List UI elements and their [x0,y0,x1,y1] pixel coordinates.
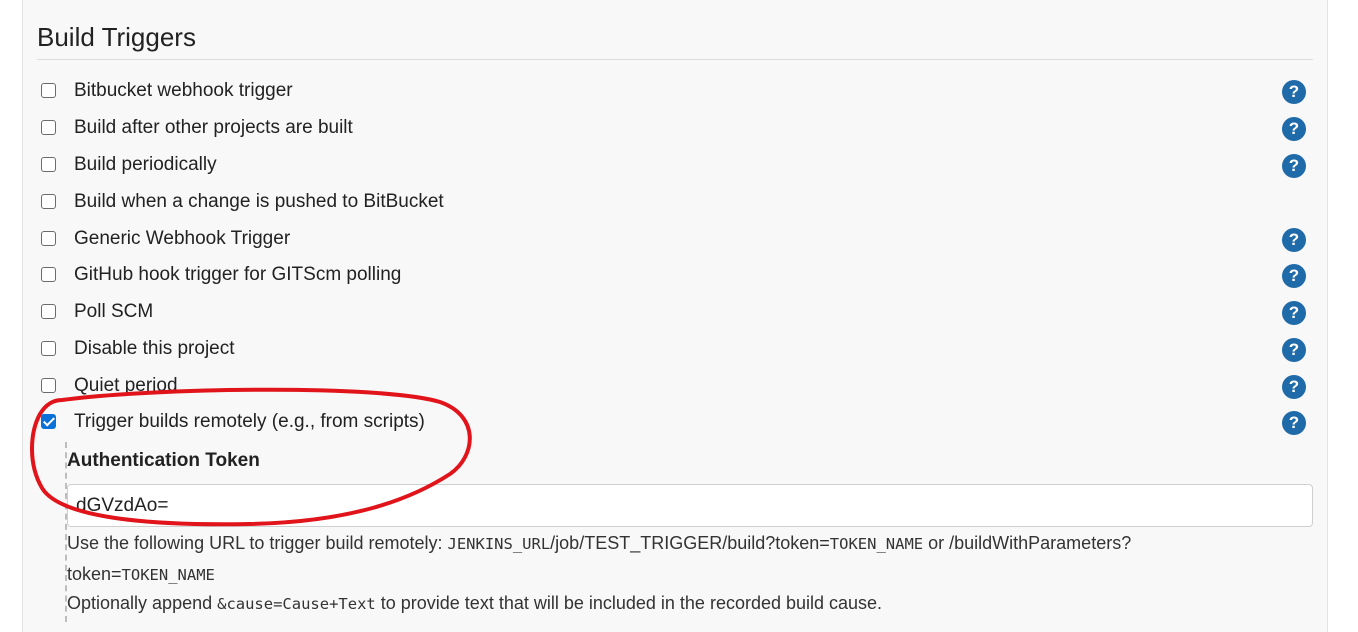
cause-text-before: Optionally append [67,593,218,613]
section-title: Build Triggers [37,22,196,52]
cause-text-after: to provide text that will be included in… [375,593,883,613]
trigger-label: Bitbucket webhook trigger [74,80,293,101]
description-or: or /buildWithParameters? [923,533,1132,553]
description-token-prefix: token= [67,564,122,584]
trigger-label: Poll SCM [74,301,154,322]
bitbucket-push-checkbox[interactable] [41,194,56,209]
github-hook-checkbox[interactable] [41,267,56,282]
section-divider [37,59,1313,60]
cause-description: Optionally append &cause=Cause+Text to p… [67,593,882,614]
cause-code: &cause=Cause+Text [217,595,376,613]
remote-url-description: Use the following URL to trigger build r… [67,533,1131,554]
trigger-label: GitHub hook trigger for GITScm polling [74,264,402,285]
trigger-remotely-checkbox[interactable] [41,414,56,429]
token-name-code: TOKEN_NAME [829,535,924,553]
description-text: Use the following URL to trigger build r… [67,533,448,553]
trigger-row-bitbucket-push[interactable]: Build when a change is pushed to BitBuck… [41,187,1321,217]
trigger-row-build-periodically[interactable]: Build periodically ? [41,150,1321,180]
trigger-label: Generic Webhook Trigger [74,228,291,249]
trigger-row-quiet-period[interactable]: Quiet period ? [41,371,1321,401]
token-name-code: TOKEN_NAME [121,566,215,584]
poll-scm-checkbox[interactable] [41,304,56,319]
help-icon[interactable]: ? [1282,117,1306,141]
help-icon[interactable]: ? [1282,264,1306,288]
help-icon[interactable]: ? [1282,80,1306,104]
trigger-row-trigger-remotely[interactable]: Trigger builds remotely (e.g., from scri… [41,407,1321,437]
trigger-label: Build after other projects are built [74,117,353,138]
auth-token-label: Authentication Token [67,450,260,471]
quiet-period-checkbox[interactable] [41,378,56,393]
trigger-row-build-after-other-projects[interactable]: Build after other projects are built ? [41,113,1321,143]
bitbucket-webhook-checkbox[interactable] [41,83,56,98]
trigger-row-generic-webhook[interactable]: Generic Webhook Trigger ? [41,224,1321,254]
trigger-label: Trigger builds remotely (e.g., from scri… [74,411,425,432]
trigger-label: Build periodically [74,154,217,175]
auth-token-input[interactable] [67,484,1313,527]
description-path: /job/TEST_TRIGGER/build?token= [550,533,830,553]
help-icon[interactable]: ? [1282,301,1306,325]
generic-webhook-checkbox[interactable] [41,231,56,246]
help-icon[interactable]: ? [1282,411,1306,435]
trigger-label: Disable this project [74,338,235,359]
trigger-row-github-hook[interactable]: GitHub hook trigger for GITScm polling ? [41,260,1321,290]
build-after-other-projects-checkbox[interactable] [41,120,56,135]
disable-project-checkbox[interactable] [41,341,56,356]
help-icon[interactable]: ? [1282,375,1306,399]
trigger-label: Build when a change is pushed to BitBuck… [74,191,444,212]
trigger-row-bitbucket-webhook[interactable]: Bitbucket webhook trigger ? [41,76,1321,106]
build-triggers-panel: Build Triggers Bitbucket webhook trigger… [22,0,1328,632]
jenkins-url-code: JENKINS_URL [447,535,551,553]
remote-url-description-cont: token=TOKEN_NAME [67,564,215,585]
trigger-label: Quiet period [74,375,178,396]
trigger-row-poll-scm[interactable]: Poll SCM ? [41,297,1321,327]
build-periodically-checkbox[interactable] [41,157,56,172]
help-icon[interactable]: ? [1282,338,1306,362]
help-icon[interactable]: ? [1282,154,1306,178]
trigger-row-disable-project[interactable]: Disable this project ? [41,334,1321,364]
help-icon[interactable]: ? [1282,228,1306,252]
